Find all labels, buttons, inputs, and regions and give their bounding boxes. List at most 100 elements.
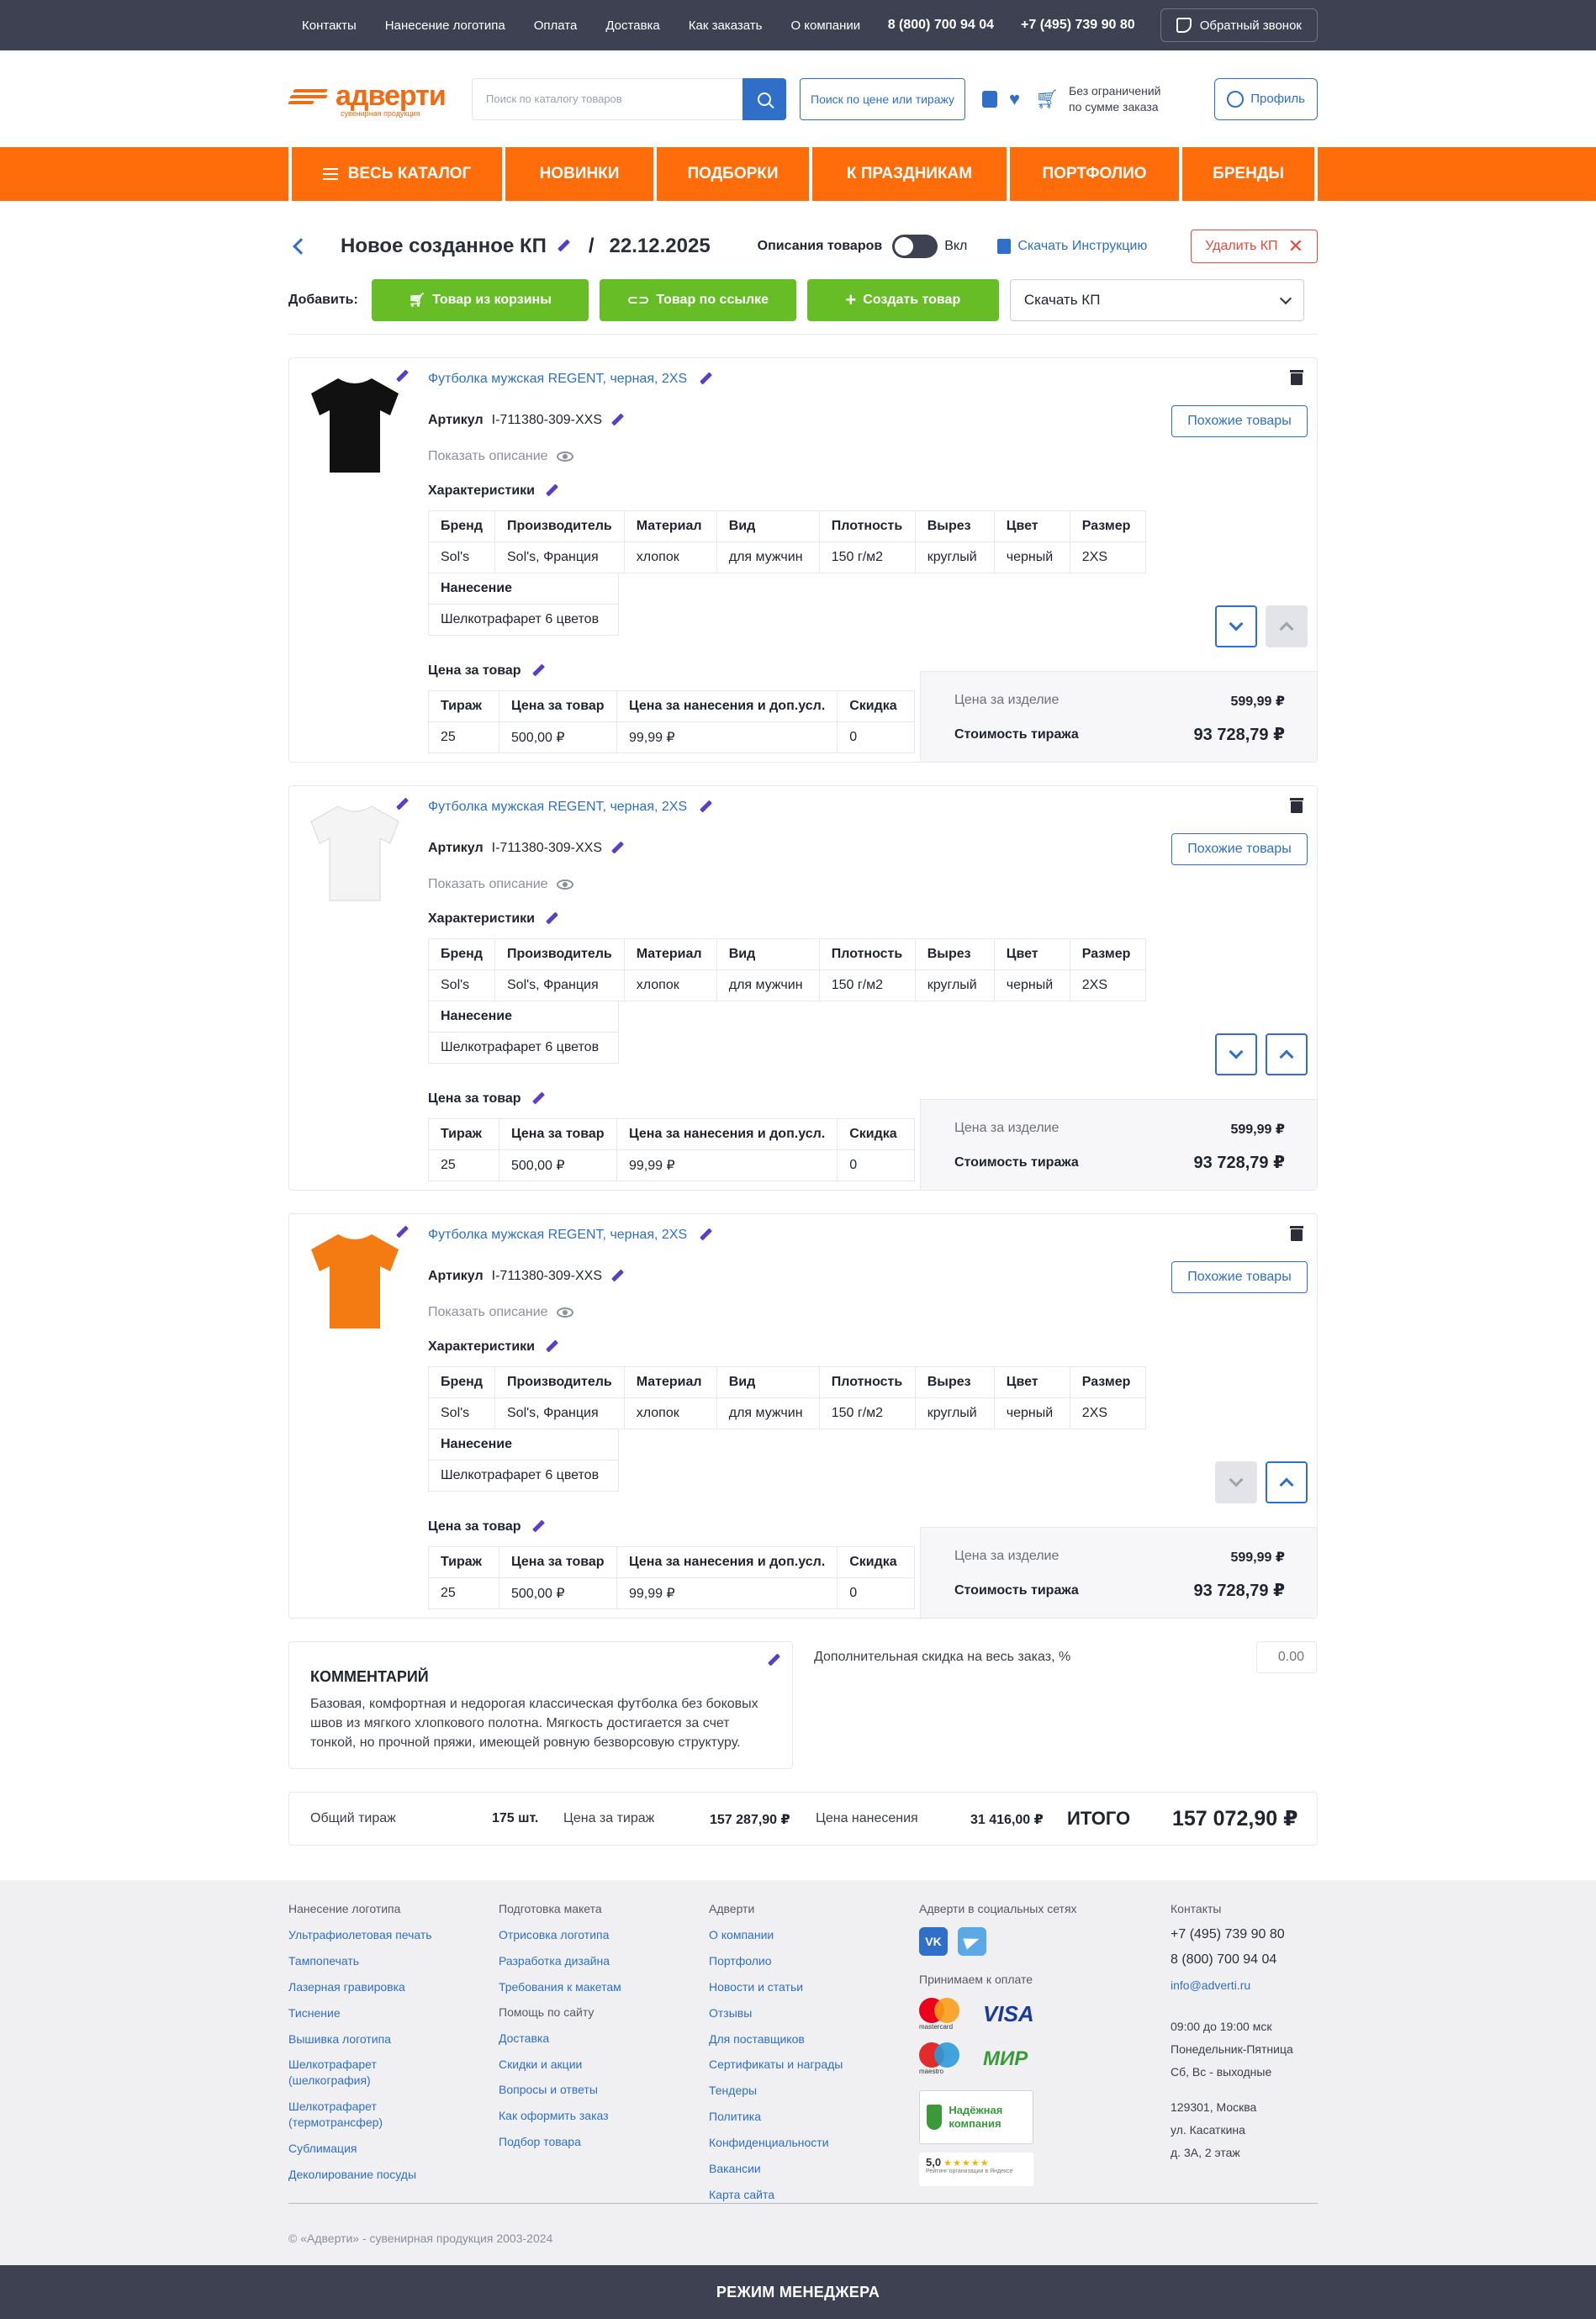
edit-name-icon[interactable]	[699, 1228, 712, 1242]
footer-link[interactable]: Тендеры	[709, 2083, 877, 2099]
footer-link[interactable]: Подбор товара	[499, 2134, 667, 2150]
edit-price-icon[interactable]	[531, 1520, 545, 1534]
product-name-link[interactable]: Футболка мужская REGENT, черная, 2XS	[428, 372, 687, 387]
footer-link[interactable]: Карта сайта	[709, 2187, 877, 2203]
vk-icon[interactable]: VK	[919, 1927, 948, 1956]
download-kp-select[interactable]: Скачать КП	[1009, 279, 1304, 321]
download-instruction-link[interactable]: Скачать Инструкцию	[997, 239, 1147, 254]
trash-icon[interactable]	[1290, 370, 1303, 385]
create-item-button[interactable]: + Создать товар	[806, 279, 999, 321]
menu-catalog[interactable]: ВЕСЬ КАТАЛОГ	[288, 147, 502, 201]
move-down-button[interactable]	[1215, 1461, 1257, 1503]
move-up-button[interactable]	[1266, 605, 1308, 647]
similar-items-button[interactable]: Похожие товары	[1171, 405, 1308, 437]
edit-sku-icon[interactable]	[610, 414, 624, 427]
edit-image-icon[interactable]	[395, 798, 409, 811]
menu-new[interactable]: НОВИНКИ	[502, 147, 653, 201]
product-image[interactable]	[304, 798, 405, 907]
footer-link[interactable]: Шелкотрафарет (шелкография)	[288, 2057, 457, 2089]
footer-link[interactable]: Для поставщиков	[709, 2031, 877, 2047]
move-up-button[interactable]	[1266, 1033, 1308, 1075]
logo[interactable]: адверти сувенирная продукция	[287, 80, 465, 118]
footer-link[interactable]: Вакансии	[709, 2161, 877, 2177]
footer-link[interactable]: Требования к макетам	[499, 1979, 667, 1995]
footer-link[interactable]: Ультрафиолетовая печать	[288, 1927, 457, 1943]
show-description-toggle[interactable]: Показать описание	[428, 449, 573, 464]
footer-link[interactable]: Деколирование посуды	[288, 2167, 457, 2183]
compare-icon[interactable]	[982, 90, 998, 108]
edit-image-icon[interactable]	[395, 370, 409, 383]
footer-link[interactable]: Отрисовка логотипа	[499, 1927, 667, 1943]
footer-link[interactable]: Вышивка логотипа	[288, 2031, 457, 2047]
footer-link[interactable]: Доставка	[499, 2031, 667, 2047]
footer-link[interactable]: Лазерная гравировка	[288, 1979, 457, 1995]
similar-items-button[interactable]: Похожие товары	[1171, 1261, 1308, 1293]
footer-phone-800[interactable]: 8 (800) 700 94 04	[1171, 1952, 1322, 1968]
search-button[interactable]	[743, 77, 786, 120]
top-nav-how-to-order[interactable]: Как заказать	[689, 18, 763, 33]
move-down-button[interactable]	[1215, 1033, 1257, 1075]
menu-portfolio[interactable]: ПОРТФОЛИО	[1007, 147, 1179, 201]
footer-link[interactable]: Как оформить заказ	[499, 2108, 667, 2124]
top-nav-about[interactable]: О компании	[790, 18, 860, 33]
footer-link[interactable]: Конфиденциальности	[709, 2135, 877, 2151]
footer-email-link[interactable]: info@adverti.ru	[1171, 1978, 1322, 1994]
footer-link[interactable]: Скидки и акции	[499, 2057, 667, 2073]
move-down-button[interactable]	[1215, 605, 1257, 647]
edit-sku-icon[interactable]	[610, 842, 624, 855]
edit-name-icon[interactable]	[699, 800, 712, 814]
footer-link[interactable]: Сублимация	[288, 2141, 457, 2157]
footer-phone-495[interactable]: +7 (495) 739 90 80	[1171, 1927, 1322, 1942]
show-description-toggle[interactable]: Показать описание	[428, 877, 573, 892]
descriptions-toggle[interactable]	[892, 235, 938, 258]
price-search-button[interactable]: Поиск по цене или тиражу	[800, 77, 966, 120]
manager-mode-bar[interactable]: РЕЖИМ МЕНЕДЖЕРА	[0, 2265, 1596, 2319]
top-nav-contacts[interactable]: Контакты	[302, 18, 357, 33]
top-nav-logo-printing[interactable]: Нанесение логотипа	[385, 18, 505, 33]
top-nav-payment[interactable]: Оплата	[534, 18, 578, 33]
menu-brands[interactable]: БРЕНДЫ	[1179, 147, 1318, 201]
trusted-company-badge[interactable]: Надёжная компания	[919, 2090, 1033, 2144]
footer-link[interactable]: Новости и статьи	[709, 1979, 877, 1995]
phone-800[interactable]: 8 (800) 700 94 04	[888, 18, 994, 33]
phone-495[interactable]: +7 (495) 739 90 80	[1021, 18, 1135, 33]
add-from-cart-button[interactable]: 🛒︎ Товар из корзины	[371, 279, 589, 321]
footer-link[interactable]: Политика	[709, 2109, 877, 2125]
product-name-link[interactable]: Футболка мужская REGENT, черная, 2XS	[428, 800, 687, 815]
favorites-icon[interactable]: ♥	[1009, 88, 1020, 110]
extra-discount-input[interactable]	[1256, 1641, 1317, 1673]
trash-icon[interactable]	[1290, 1226, 1303, 1241]
cart[interactable]: 🛒︎ Без ограничений по сумме заказа	[1035, 83, 1160, 115]
edit-image-icon[interactable]	[395, 1226, 409, 1239]
edit-chars-icon[interactable]	[545, 1340, 558, 1354]
product-image[interactable]	[304, 1226, 405, 1335]
search-input[interactable]	[472, 77, 743, 120]
footer-link[interactable]: Тиснение	[288, 2005, 457, 2021]
footer-link[interactable]: Сертификаты и награды	[709, 2057, 877, 2073]
edit-chars-icon[interactable]	[545, 912, 558, 926]
top-nav-delivery[interactable]: Доставка	[605, 18, 659, 33]
footer-link[interactable]: Разработка дизайна	[499, 1953, 667, 1969]
footer-link[interactable]: О компании	[709, 1927, 877, 1943]
footer-link[interactable]: Вопросы и ответы	[499, 2082, 667, 2098]
product-image[interactable]	[304, 370, 405, 479]
edit-comment-icon[interactable]	[767, 1654, 780, 1667]
footer-link[interactable]: Отзывы	[709, 2005, 877, 2021]
move-up-button[interactable]	[1266, 1461, 1308, 1503]
edit-price-icon[interactable]	[531, 664, 545, 678]
footer-link[interactable]: Шелкотрафарет (термотрансфер)	[288, 2099, 457, 2131]
profile-button[interactable]: Профиль	[1214, 77, 1318, 120]
menu-collections[interactable]: ПОДБОРКИ	[653, 147, 809, 201]
back-icon[interactable]	[293, 238, 309, 255]
similar-items-button[interactable]: Похожие товары	[1171, 833, 1308, 865]
edit-sku-icon[interactable]	[610, 1270, 624, 1283]
edit-name-icon[interactable]	[699, 372, 712, 386]
footer-link[interactable]: Портфолио	[709, 1953, 877, 1969]
product-name-link[interactable]: Футболка мужская REGENT, черная, 2XS	[428, 1228, 687, 1243]
edit-chars-icon[interactable]	[545, 484, 558, 498]
telegram-icon[interactable]	[958, 1927, 986, 1956]
trash-icon[interactable]	[1290, 798, 1303, 813]
menu-holidays[interactable]: К ПРАЗДНИКАМ	[809, 147, 1007, 201]
show-description-toggle[interactable]: Показать описание	[428, 1305, 573, 1320]
footer-link[interactable]: Тампопечать	[288, 1953, 457, 1969]
